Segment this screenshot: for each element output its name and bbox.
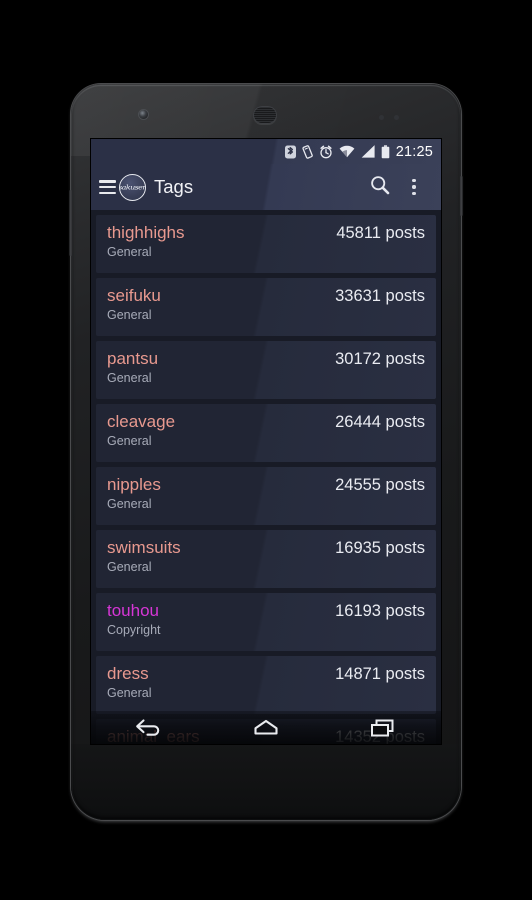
table-row[interactable]: thighhighs General 45811 posts bbox=[96, 215, 436, 273]
tag-category: General bbox=[107, 371, 152, 385]
tag-category: General bbox=[107, 560, 152, 574]
tag-post-count: 16935 posts bbox=[335, 539, 425, 557]
status-bar-clock: 21:25 bbox=[395, 143, 433, 160]
tag-category: General bbox=[107, 497, 152, 511]
page-title: Tags bbox=[154, 176, 194, 197]
recent-apps-button[interactable] bbox=[354, 711, 412, 744]
home-icon bbox=[250, 717, 282, 739]
table-row[interactable]: pantsu General 30172 posts bbox=[96, 341, 436, 399]
app-logo-icon[interactable]: sakusen bbox=[119, 173, 146, 201]
app-logo-text: sakusen bbox=[119, 183, 146, 191]
wifi-icon bbox=[339, 145, 355, 158]
tag-info: nipples General bbox=[107, 474, 161, 513]
tag-list[interactable]: thighhighs General 45811 posts seifuku G… bbox=[91, 210, 441, 744]
table-row[interactable]: touhou Copyright 16193 posts bbox=[96, 593, 436, 651]
tag-post-count: 26444 posts bbox=[335, 413, 425, 431]
tag-category: General bbox=[107, 686, 152, 700]
tag-post-count: 14871 posts bbox=[335, 665, 425, 683]
tag-name: seifuku bbox=[107, 286, 161, 305]
tag-name: thighhighs bbox=[107, 223, 185, 242]
app-bar: sakusen Tags bbox=[91, 164, 441, 210]
tag-name: swimsuits bbox=[107, 538, 181, 557]
back-arrow-icon bbox=[134, 717, 164, 739]
tag-category: Copyright bbox=[107, 623, 161, 637]
phone-device: 21:25 sakusen Tags thighhighs General 45… bbox=[69, 84, 463, 820]
android-navigation-bar bbox=[91, 711, 441, 744]
power-button[interactable] bbox=[460, 176, 463, 216]
tag-post-count: 33631 posts bbox=[335, 287, 425, 305]
phone-bottom-bezel bbox=[71, 744, 461, 820]
search-icon bbox=[369, 174, 391, 201]
tag-name: nipples bbox=[107, 475, 161, 494]
vibrate-mode-icon bbox=[302, 144, 313, 159]
tag-category: General bbox=[107, 245, 152, 259]
tag-info: seifuku General bbox=[107, 285, 161, 324]
tag-info: dress General bbox=[107, 663, 151, 702]
cellular-signal-icon bbox=[361, 145, 375, 158]
tag-info: swimsuits General bbox=[107, 537, 181, 576]
tag-category: General bbox=[107, 434, 152, 448]
tag-post-count: 30172 posts bbox=[335, 350, 425, 368]
tag-info: cleavage General bbox=[107, 411, 175, 450]
tag-post-count: 45811 posts bbox=[336, 224, 425, 242]
front-camera-icon bbox=[139, 110, 148, 119]
bluetooth-icon bbox=[284, 145, 296, 159]
overflow-menu-icon bbox=[412, 178, 416, 196]
tag-name: dress bbox=[107, 664, 149, 683]
status-bar-icons bbox=[284, 144, 390, 159]
tag-info: thighhighs General bbox=[107, 222, 185, 261]
volume-rocker-button[interactable] bbox=[69, 190, 72, 256]
proximity-sensor-icon bbox=[379, 115, 384, 120]
home-button[interactable] bbox=[237, 711, 295, 744]
back-button[interactable] bbox=[120, 711, 178, 744]
table-row[interactable]: cleavage General 26444 posts bbox=[96, 404, 436, 462]
status-bar: 21:25 bbox=[91, 139, 441, 164]
tag-name: pantsu bbox=[107, 349, 159, 368]
tag-category: General bbox=[107, 308, 152, 322]
tag-info: touhou Copyright bbox=[107, 600, 161, 639]
tag-name: cleavage bbox=[107, 412, 176, 431]
hamburger-menu-icon[interactable] bbox=[99, 180, 116, 194]
table-row[interactable]: dress General 14871 posts bbox=[96, 656, 436, 714]
search-button[interactable] bbox=[363, 167, 397, 207]
tag-name: touhou bbox=[107, 601, 159, 620]
earpiece-speaker-icon bbox=[253, 106, 277, 124]
tag-post-count: 24555 posts bbox=[335, 476, 425, 494]
tag-post-count: 16193 posts bbox=[335, 602, 425, 620]
table-row[interactable]: nipples General 24555 posts bbox=[96, 467, 436, 525]
overflow-menu-button[interactable] bbox=[397, 167, 431, 207]
light-sensor-icon bbox=[394, 115, 399, 120]
battery-icon bbox=[381, 144, 390, 159]
table-row[interactable]: swimsuits General 16935 posts bbox=[96, 530, 436, 588]
tag-info: pantsu General bbox=[107, 348, 158, 387]
alarm-icon bbox=[319, 145, 333, 159]
phone-screen: 21:25 sakusen Tags thighhighs General 45… bbox=[91, 139, 441, 744]
recent-apps-icon bbox=[368, 717, 398, 739]
table-row[interactable]: seifuku General 33631 posts bbox=[96, 278, 436, 336]
